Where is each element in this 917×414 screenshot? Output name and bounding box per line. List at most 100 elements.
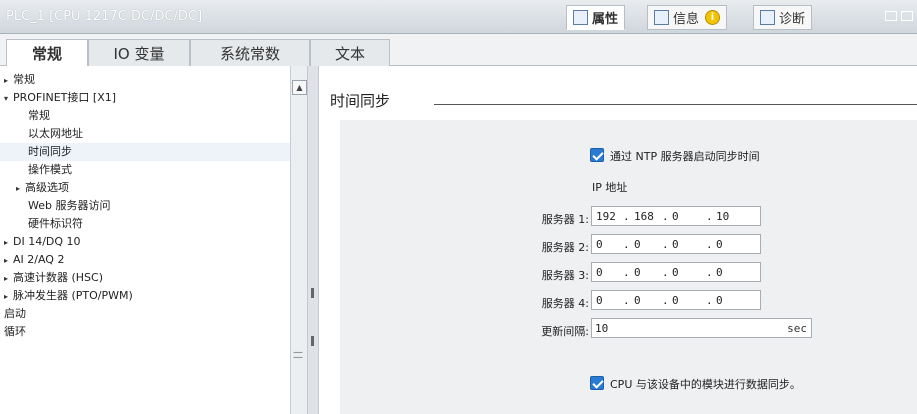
- section-divider: [434, 104, 917, 105]
- cpu-sync-label: CPU 与该设备中的模块进行数据同步。: [610, 378, 801, 391]
- server-4-ip-input[interactable]: 0 . 0 . 0 . 0: [591, 290, 761, 310]
- tree-item-web-server[interactable]: Web 服务器访问: [0, 197, 290, 215]
- tab-properties[interactable]: 属性: [566, 5, 626, 30]
- tree-item-label: 循环: [4, 325, 26, 338]
- diagnostics-icon: [760, 10, 775, 25]
- ip-octet: 0: [716, 238, 723, 251]
- server-2-ip-input[interactable]: 0 . 0 . 0 . 0: [591, 234, 761, 254]
- navigation-tree: ▸ 常规 ▾ PROFINET接口 [X1] 常规 以太网地址 时间同步 操作模式 …: [0, 66, 290, 414]
- tab-diagnostics[interactable]: 诊断: [753, 5, 813, 30]
- tree-item-label: DI 14/DQ 10: [13, 235, 81, 248]
- ip-dot: .: [706, 266, 713, 279]
- ntp-sync-checkbox[interactable]: [590, 148, 604, 162]
- tree-scrollbar[interactable]: ▲ — —: [290, 66, 307, 414]
- server-1-ip-input[interactable]: 192 . 168 . 0 . 10: [591, 206, 761, 226]
- collapse-arrow-icon[interactable]: ▾: [4, 90, 13, 108]
- ip-dot: .: [623, 210, 630, 223]
- tree-item-label: AI 2/AQ 2: [13, 253, 65, 266]
- update-interval-unit: sec: [787, 322, 807, 335]
- panel-splitter[interactable]: [307, 66, 319, 414]
- window-controls: [885, 11, 913, 21]
- tree-item-label: 时间同步: [28, 145, 72, 158]
- ip-dot: .: [706, 210, 713, 223]
- tree-item-cycle[interactable]: 循环: [0, 323, 290, 341]
- tree-item-label: Web 服务器访问: [28, 199, 111, 212]
- ip-octet: 192: [596, 210, 616, 223]
- window-title: PLC_1 [CPU 1217C DC/DC/DC]: [6, 9, 203, 24]
- tree-item-startup[interactable]: 启动: [0, 305, 290, 323]
- expand-arrow-icon[interactable]: ▸: [4, 270, 13, 288]
- tree-item-label: 以太网地址: [28, 127, 83, 140]
- tree-item-label: 操作模式: [28, 163, 72, 176]
- restore-icon[interactable]: [885, 11, 897, 21]
- ip-dot: .: [662, 238, 669, 251]
- ip-dot: .: [662, 266, 669, 279]
- tree-item-hsc[interactable]: ▸ 高速计数器 (HSC): [0, 269, 290, 287]
- tree-item-label: 脉冲发生器 (PTO/PWM): [13, 289, 133, 302]
- tree-item-label: PROFINET接口 [X1]: [13, 91, 117, 104]
- ip-address-header: IP 地址: [592, 181, 628, 194]
- tree-item-general[interactable]: ▸ 常规: [0, 71, 290, 89]
- cpu-sync-checkbox[interactable]: [590, 376, 604, 390]
- ip-dot: .: [662, 294, 669, 307]
- splitter-expand-icon[interactable]: [311, 336, 314, 346]
- info-icon: i: [705, 10, 721, 25]
- server-1-label: 服务器 1:: [541, 213, 589, 226]
- tree-item-label: 高级选项: [25, 181, 69, 194]
- ip-octet: 0: [634, 238, 641, 251]
- ip-octet: 0: [716, 294, 723, 307]
- tab-system-constants[interactable]: 系统常数: [190, 39, 310, 66]
- tree-item-label: 启动: [4, 307, 26, 320]
- expand-arrow-icon[interactable]: ▸: [4, 288, 13, 306]
- title-bar: PLC_1 [CPU 1217C DC/DC/DC] 属性 信息 i 诊断: [0, 0, 917, 34]
- expand-arrow-icon[interactable]: ▸: [16, 180, 25, 198]
- server-3-label: 服务器 3:: [541, 269, 589, 282]
- ntp-sync-label: 通过 NTP 服务器启动同步时间: [610, 150, 760, 163]
- tab-texts[interactable]: 文本: [310, 39, 390, 66]
- menu-icon[interactable]: [901, 11, 913, 21]
- ip-dot: .: [623, 238, 630, 251]
- tree-item-profinet-general[interactable]: 常规: [0, 107, 290, 125]
- splitter-collapse-icon[interactable]: [311, 288, 314, 298]
- tree-item-time-sync[interactable]: 时间同步: [0, 143, 290, 161]
- server-3-ip-input[interactable]: 0 . 0 . 0 . 0: [591, 262, 761, 282]
- tree-item-pulse-generator[interactable]: ▸ 脉冲发生器 (PTO/PWM): [0, 287, 290, 305]
- tab-io-tags[interactable]: IO 变量: [88, 39, 190, 66]
- server-2-label: 服务器 2:: [541, 241, 589, 254]
- tree-item-label: 高速计数器 (HSC): [13, 271, 104, 284]
- expand-arrow-icon[interactable]: ▸: [4, 234, 13, 252]
- tree-item-profinet[interactable]: ▾ PROFINET接口 [X1]: [0, 89, 290, 107]
- tab-info[interactable]: 信息 i: [647, 5, 728, 30]
- ip-dot: .: [623, 294, 630, 307]
- ip-dot: .: [623, 266, 630, 279]
- tab-properties-label: 属性: [592, 12, 619, 27]
- expand-arrow-icon[interactable]: ▸: [4, 72, 13, 90]
- tree-item-label: 常规: [13, 73, 35, 86]
- ip-octet: 0: [716, 266, 723, 279]
- time-sync-panel: 通过 NTP 服务器启动同步时间 IP 地址 服务器 1: 192 . 168 …: [340, 120, 917, 414]
- ip-octet: 0: [672, 238, 679, 251]
- ip-octet: 0: [596, 238, 603, 251]
- info-list-icon: [654, 10, 669, 25]
- tree-item-ai-aq[interactable]: ▸ AI 2/AQ 2: [0, 251, 290, 269]
- tree-item-ethernet-address[interactable]: 以太网地址: [0, 125, 290, 143]
- tab-general[interactable]: 常规: [6, 39, 88, 67]
- tab-info-label: 信息: [673, 12, 700, 27]
- properties-content: 时间同步 通过 NTP 服务器启动同步时间 IP 地址 服务器 1: 192 .…: [320, 66, 917, 414]
- ip-octet: 0: [596, 294, 603, 307]
- update-interval-input[interactable]: 10 sec: [591, 318, 812, 338]
- tree-item-hardware-id[interactable]: 硬件标识符: [0, 215, 290, 233]
- ip-dot: .: [662, 210, 669, 223]
- tree-item-operating-mode[interactable]: 操作模式: [0, 161, 290, 179]
- scroll-grip-icon[interactable]: — —: [293, 348, 304, 363]
- tree-item-label: 硬件标识符: [28, 217, 83, 230]
- ip-octet: 0: [596, 266, 603, 279]
- expand-arrow-icon[interactable]: ▸: [4, 252, 13, 270]
- scroll-up-icon[interactable]: ▲: [292, 80, 307, 95]
- properties-icon: [573, 10, 588, 25]
- ip-octet: 0: [672, 210, 679, 223]
- tree-item-advanced-options[interactable]: ▸ 高级选项: [0, 179, 290, 197]
- tree-item-di-dq[interactable]: ▸ DI 14/DQ 10: [0, 233, 290, 251]
- section-tab-bar: 常规 IO 变量 系统常数 文本: [0, 34, 917, 67]
- tree-item-label: 常规: [28, 109, 50, 122]
